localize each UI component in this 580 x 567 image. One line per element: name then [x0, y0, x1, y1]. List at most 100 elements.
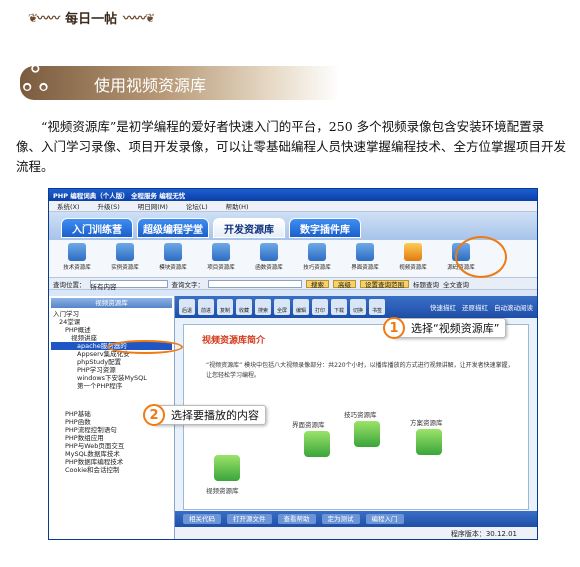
tree-node[interactable]: phpStudy配置: [51, 358, 172, 366]
title-query-radio[interactable]: 标题查询: [413, 279, 439, 289]
step-number: 2: [143, 404, 165, 426]
bookmark-button[interactable]: 书签: [369, 299, 385, 315]
back-button[interactable]: 后退: [179, 299, 195, 315]
tech-library-button[interactable]: 技术资源库: [55, 243, 99, 274]
download-button[interactable]: 下载: [331, 299, 347, 315]
tree-node[interactable]: 入门学习: [51, 310, 172, 318]
quick-highlight-radio[interactable]: 快速描红: [430, 302, 456, 312]
tree-highlight-oval: [107, 340, 183, 354]
window-title: PHP 编程词典（个人版） 全程服务 编程无忧: [53, 192, 186, 200]
fullscreen-button[interactable]: 全屏: [274, 299, 290, 315]
video-camera-icon: [404, 243, 422, 261]
section-title: 使用视频资源库: [94, 76, 207, 95]
search-button[interactable]: 搜索: [306, 279, 329, 289]
advanced-button[interactable]: 高级: [333, 279, 356, 289]
module-library-button[interactable]: 模块资源库: [151, 243, 195, 274]
tree-node[interactable]: MySQL数据库技术: [51, 450, 172, 458]
diagram-label: 视频资源库: [206, 487, 239, 495]
function-icon: [260, 243, 278, 261]
book-icon: [68, 243, 86, 261]
tab-plugins[interactable]: 数字插件库: [289, 218, 361, 238]
menu-bar: 系统(X) 升级(S) 明日网(M) 论坛(L) 帮助(H): [49, 201, 537, 212]
intro-paragraph: “视频资源库”是初学编程的爱好者快速入门的平台，250 多个视频录像包含安装环境…: [16, 119, 567, 174]
diagram-label: 界面资源库: [292, 421, 325, 429]
diagram-label: 方案资源库: [410, 419, 443, 427]
set-test-button[interactable]: 定为测试: [321, 514, 360, 524]
callout-text: 选择“视频资源库”: [411, 322, 500, 335]
function-library-button[interactable]: 函数资源库: [247, 243, 291, 274]
ornament-icon: 〰〰❦: [123, 11, 155, 25]
fulltext-query-radio[interactable]: 全文查询: [443, 279, 469, 289]
menu-help[interactable]: 帮助(H): [226, 201, 249, 211]
tree-node[interactable]: PHP数组应用: [51, 434, 172, 442]
tree-header: 视频资源库: [51, 298, 172, 308]
ui-library-button[interactable]: 界面资源库: [343, 243, 387, 274]
app-window: PHP 编程词典（个人版） 全程服务 编程无忧 系统(X) 升级(S) 明日网(…: [48, 188, 538, 540]
viewer-toolbar: 后退 前进 复制 收藏 搜索 全屏 编辑 打印 下载 切换 书签 快速描红 还原…: [175, 296, 537, 318]
programming-intro-button[interactable]: 编程入门: [365, 514, 404, 524]
query-position-label: 查询位置：: [53, 280, 86, 289]
video-library-button[interactable]: 视频资源库: [391, 243, 435, 274]
menu-forum[interactable]: 论坛(L): [186, 201, 208, 211]
tree-node[interactable]: windows下安装MySQL: [51, 374, 172, 382]
menu-mingri[interactable]: 明日网(M): [138, 201, 168, 211]
example-icon: [116, 243, 134, 261]
tab-classroom[interactable]: 超级编程学堂: [137, 218, 209, 238]
palette-icon: [356, 243, 374, 261]
tree-node[interactable]: PHP数据库编程技术: [51, 458, 172, 466]
project-library-button[interactable]: 项目资源库: [199, 243, 243, 274]
diagram-label: 技巧资源库: [344, 411, 377, 419]
menu-upgrade[interactable]: 升级(S): [98, 201, 120, 211]
favorite-button[interactable]: 收藏: [236, 299, 252, 315]
window-titlebar: PHP 编程词典（个人版） 全程服务 编程无忧: [49, 189, 537, 201]
tab-beginner[interactable]: 入门训练营: [61, 218, 133, 238]
ui-library-graphic: [304, 431, 330, 457]
copy-button[interactable]: 复制: [217, 299, 233, 315]
tips-library-graphic: [354, 421, 380, 447]
callout-1: 1 选择“视频资源库”: [383, 317, 507, 339]
search-tool-button[interactable]: 搜索: [255, 299, 271, 315]
daily-tag-label: 每日一帖: [65, 12, 118, 27]
bottom-action-bar: 相关代码 打开源文件 查看帮助 定为测试 编程入门: [175, 511, 537, 527]
query-position-select[interactable]: 所有内容: [89, 279, 168, 291]
restore-highlight-radio[interactable]: 还原描红: [462, 302, 488, 312]
menu-system[interactable]: 系统(X): [57, 201, 80, 211]
plan-library-graphic: [416, 429, 442, 455]
tree-node[interactable]: PHP概述: [51, 326, 172, 334]
page-title: 视频资源库简介: [202, 336, 266, 346]
view-options: 快速描红 还原描红 自动滚动阅读: [430, 302, 533, 312]
open-source-button[interactable]: 打开源文件: [227, 514, 272, 524]
example-library-button[interactable]: 实例资源库: [103, 243, 147, 274]
tips-library-button[interactable]: 技巧资源库: [295, 243, 339, 274]
print-button[interactable]: 打印: [312, 299, 328, 315]
scope-button[interactable]: 设置查询范围: [360, 279, 409, 289]
query-text-label: 查询文字：: [171, 280, 205, 289]
daily-tag: ❦〰〰 每日一帖 〰〰❦: [28, 8, 155, 27]
tab-dev-resources[interactable]: 开发资源库: [213, 218, 285, 238]
query-text-input[interactable]: [208, 279, 302, 288]
cloud-swirl-icon: ஃ: [22, 60, 49, 100]
view-help-button[interactable]: 查看帮助: [277, 514, 316, 524]
status-bar: 程序版本：30.12.01: [175, 527, 537, 539]
page-text: “视频资源库” 模块中包括八大视频录像部分：共220个小时，以播库播放的方式进行…: [206, 362, 514, 379]
tree-node[interactable]: 第一个PHP程序: [51, 382, 172, 390]
tree-node[interactable]: PHP与Web页面交互: [51, 442, 172, 450]
related-code-button[interactable]: 相关代码: [183, 514, 221, 524]
tree-node[interactable]: PHP学习资源: [51, 366, 172, 374]
forward-button[interactable]: 前进: [198, 299, 214, 315]
ornament-icon: ❦〰〰: [28, 11, 60, 25]
section-banner: ஃ 使用视频资源库: [20, 60, 340, 100]
main-tabs: 入门训练营 超级编程学堂 开发资源库 数字插件库: [49, 212, 537, 240]
video-library-graphic: [214, 455, 240, 481]
query-bar: 查询位置： 所有内容 查询文字： 搜索 高级 设置查询范围 标题查询 全文查询: [49, 278, 537, 291]
highlight-ring: [455, 236, 507, 278]
switch-button[interactable]: 切换: [350, 299, 366, 315]
tree-node[interactable]: PHP流程控制语句: [51, 426, 172, 434]
project-icon: [212, 243, 230, 261]
tree-node[interactable]: 24堂课: [51, 318, 172, 326]
auto-scroll-checkbox[interactable]: 自动滚动阅读: [494, 302, 533, 312]
tree-node[interactable]: Cookie和会话控制: [51, 466, 172, 474]
callout-text: 选择要播放的内容: [171, 409, 259, 422]
edit-button[interactable]: 编辑: [293, 299, 309, 315]
step-number: 1: [383, 317, 405, 339]
